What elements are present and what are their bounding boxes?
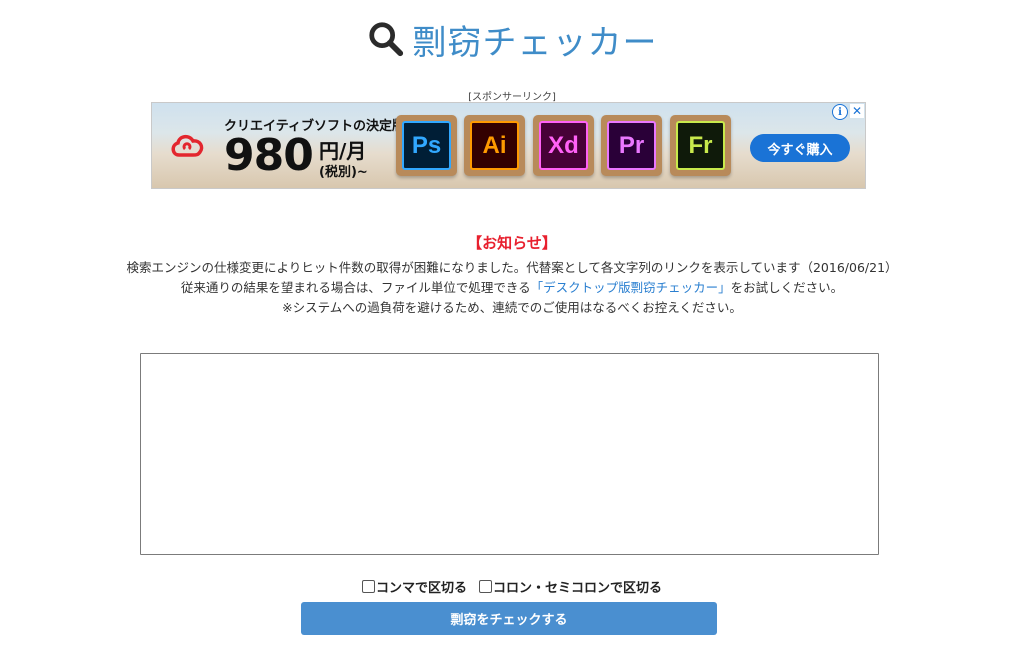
ad-banner[interactable]: クリエイティブソフトの決定版 980 円/月 (税別)~ Ps Ai Xd Pr… <box>151 102 866 189</box>
xd-icon: Xd <box>539 121 588 170</box>
ad-tax-note: (税別)~ <box>319 165 368 180</box>
notice-line-2-text: 従来通りの結果を望まれる場合は、ファイル単位で処理できる <box>180 280 531 295</box>
sponsor-caption: [スポンサーリンク] <box>468 92 556 103</box>
comma-option-label: コンマで区切る <box>375 581 467 596</box>
colon-checkbox[interactable] <box>479 580 492 593</box>
comma-checkbox[interactable] <box>361 580 375 593</box>
ad-close-icon[interactable]: ✕ <box>850 104 864 118</box>
page-title: 剽窃チェッカー <box>412 22 658 63</box>
photoshop-tile: Ps <box>396 115 457 176</box>
notice-line-2-suffix: をお試しください。 <box>730 280 844 295</box>
check-plagiarism-button[interactable]: 剽窃をチェックする <box>301 602 717 635</box>
xd-tile: Xd <box>533 115 594 176</box>
desktop-version-link[interactable]: 「デスクトップ版剽窃チェッカー」 <box>531 280 731 295</box>
notice-title: 【お知らせ】 <box>467 234 557 252</box>
colon-option-label: コロン・セミコロンで区切る <box>493 581 663 596</box>
premiere-icon: Pr <box>607 121 656 170</box>
photoshop-icon: Ps <box>402 121 451 170</box>
comma-option[interactable]: コンマで区切る <box>361 577 467 596</box>
search-icon <box>368 22 403 57</box>
notice-line-1: 検索エンジンの仕様変更によりヒット件数の取得が困難になりました。代替案として各文… <box>126 260 898 275</box>
premiere-tile: Pr <box>601 115 662 176</box>
text-input-area[interactable] <box>140 353 879 555</box>
delimiter-options: コンマで区切る コロン・セミコロンで区切る <box>0 577 1024 596</box>
notice-line-3: ※システムへの過負荷を避けるため、連続でのご使用はなるべくお控えください。 <box>282 300 742 315</box>
page-header: 剽窃チェッカー <box>0 14 1024 64</box>
illustrator-icon: Ai <box>470 121 519 170</box>
illustrator-tile: Ai <box>464 115 525 176</box>
notice-line-2: 従来通りの結果を望まれる場合は、ファイル単位で処理できる「デスクトップ版剽窃チェ… <box>0 277 1024 296</box>
creative-cloud-icon <box>171 134 204 157</box>
ad-buy-button[interactable]: 今すぐ購入 <box>750 134 850 162</box>
fresco-tile: Fr <box>670 115 731 176</box>
colon-option[interactable]: コロン・セミコロンで区切る <box>479 577 662 596</box>
ad-price-unit: 円/月 <box>319 139 367 163</box>
ad-info-icon[interactable]: i <box>832 104 848 120</box>
ad-price: 980 <box>224 130 314 181</box>
fresco-icon: Fr <box>676 121 725 170</box>
